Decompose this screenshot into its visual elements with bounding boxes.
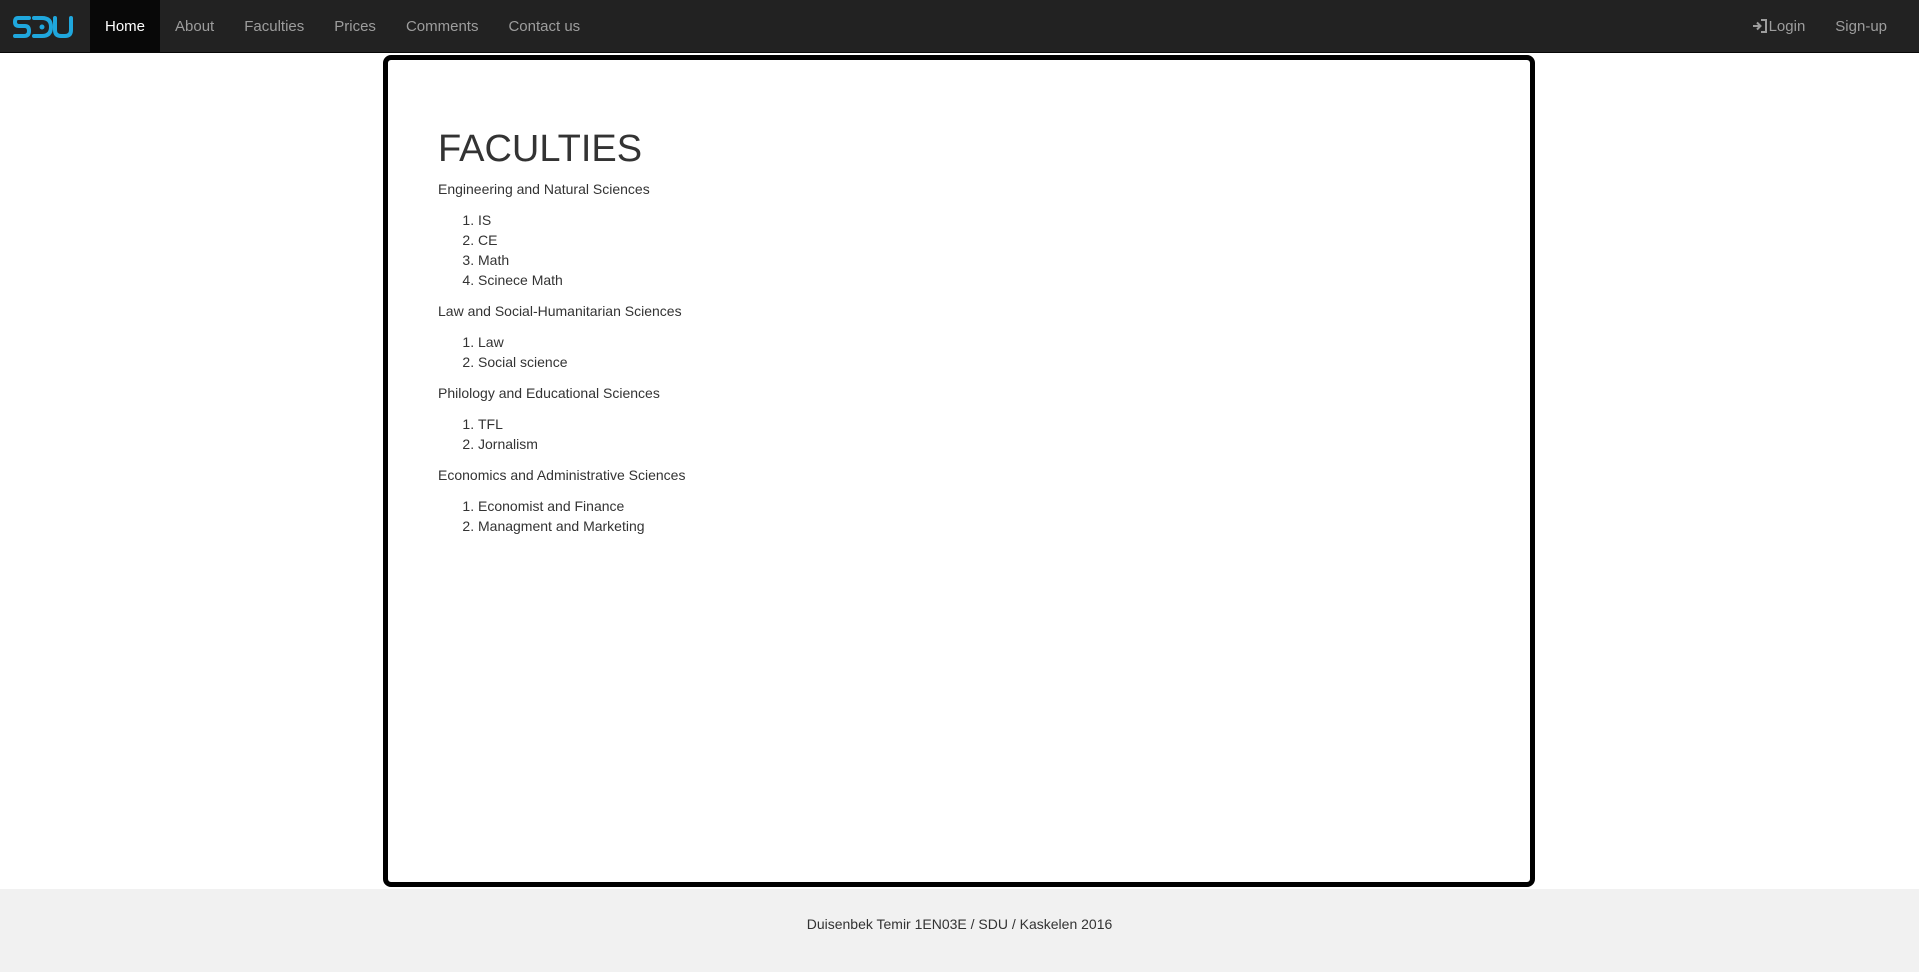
page-footer: Duisenbek Temir 1EN03E / SDU / Kaskelen … (0, 889, 1919, 972)
nav-prices[interactable]: Prices (319, 0, 391, 53)
department-item: Law (478, 332, 685, 352)
department-list: Economist and Finance Managment and Mark… (438, 496, 685, 536)
footer-credits: Duisenbek Temir 1EN03E / SDU / Kaskelen … (806, 916, 1113, 932)
department-item: Scinece Math (478, 270, 685, 290)
signup-link[interactable]: Sign-up (1820, 0, 1902, 53)
faculty-heading: Engineering and Natural Sciences (438, 181, 650, 197)
department-item: Managment and Marketing (478, 516, 685, 536)
department-item: Jornalism (478, 434, 685, 454)
nav-about[interactable]: About (160, 0, 229, 53)
login-label: Login (1768, 18, 1806, 35)
page-title: FACULTIES (438, 128, 643, 170)
department-item: Economist and Finance (478, 496, 685, 516)
nav-contact-us[interactable]: Contact us (493, 0, 595, 53)
faculties-content: FACULTIES Engineering and Natural Scienc… (438, 130, 685, 548)
login-link[interactable]: Login (1737, 0, 1821, 53)
main-nav: Home About Faculties Prices Comments Con… (90, 0, 595, 53)
content-panel: FACULTIES Engineering and Natural Scienc… (383, 55, 1535, 887)
login-icon (1752, 19, 1767, 33)
department-item: CE (478, 230, 685, 250)
nav-faculties[interactable]: Faculties (229, 0, 319, 53)
department-list: TFL Jornalism (438, 414, 685, 454)
department-list: IS CE Math Scinece Math (438, 210, 685, 290)
sdu-logo[interactable] (12, 13, 74, 41)
faculty-heading: Philology and Educational Sciences (438, 385, 660, 401)
top-navbar: Home About Faculties Prices Comments Con… (0, 0, 1919, 53)
department-list: Law Social science (438, 332, 685, 372)
department-item: IS (478, 210, 685, 230)
department-item: TFL (478, 414, 685, 434)
auth-nav: Login Sign-up (1737, 0, 1902, 53)
department-item: Social science (478, 352, 685, 372)
faculty-heading: Law and Social-Humanitarian Sciences (438, 303, 682, 319)
department-item: Math (478, 250, 685, 270)
nav-home[interactable]: Home (90, 0, 161, 53)
nav-comments[interactable]: Comments (391, 0, 494, 53)
faculty-heading: Economics and Administrative Sciences (438, 467, 686, 483)
